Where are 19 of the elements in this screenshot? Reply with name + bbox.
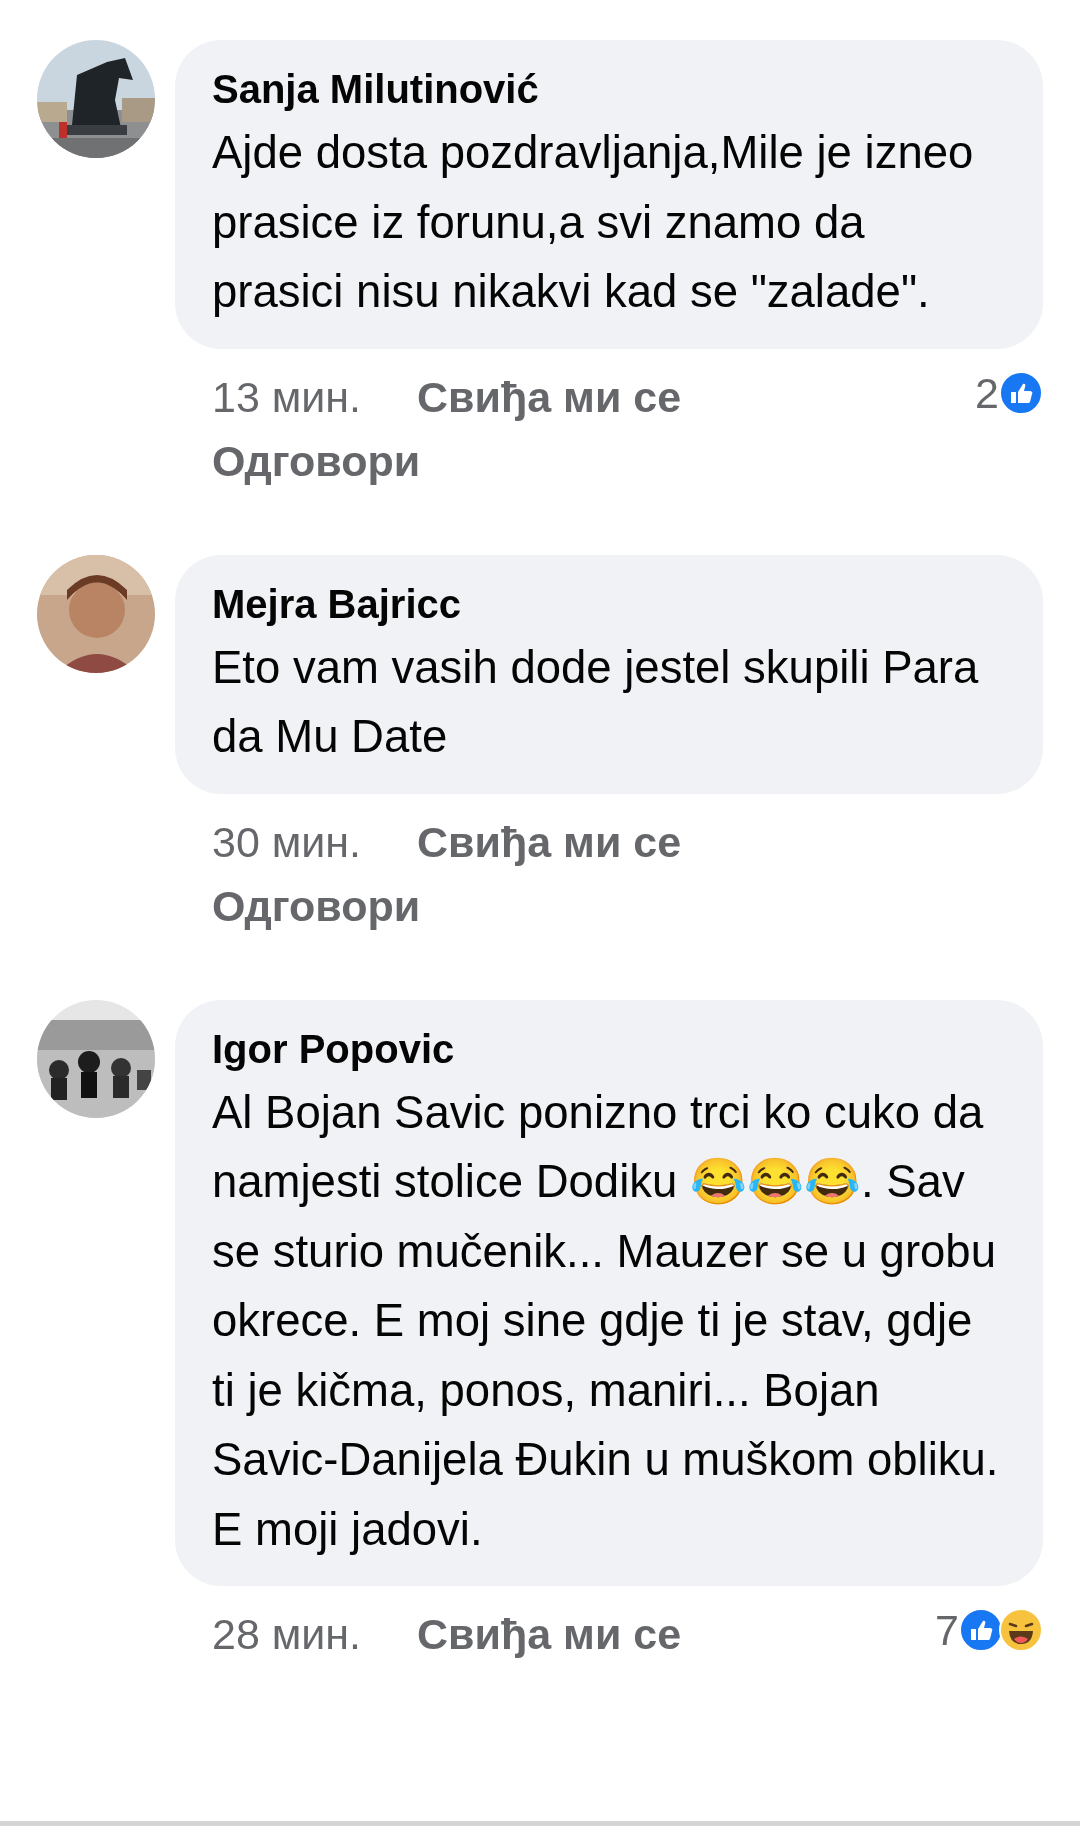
- comment-time[interactable]: 13 мин.: [212, 364, 362, 429]
- comment-text: Eto vam vasih dode jestel skupili Para da Mu Date: [212, 640, 980, 764]
- reaction-count[interactable]: 7: [935, 1602, 959, 1658]
- laughing-reaction-icon: [999, 1608, 1043, 1652]
- like-reaction-icon: [999, 370, 1043, 415]
- comment-time[interactable]: 30 мин.: [212, 809, 362, 874]
- comment-time[interactable]: 28 мин.: [212, 1602, 362, 1666]
- like-link[interactable]: Свиђа ми се: [417, 1602, 682, 1666]
- like-reaction-icon: [959, 1608, 1003, 1652]
- like-link[interactable]: Свиђа ми се: [417, 809, 682, 874]
- author-name[interactable]: Mejra Bajricc: [212, 574, 462, 633]
- reaction-count[interactable]: 2: [975, 364, 999, 421]
- reply-link[interactable]: Одговори: [212, 873, 421, 938]
- author-name[interactable]: Sanja Milutinović: [212, 60, 539, 118]
- reply-link[interactable]: Одговори: [212, 428, 421, 493]
- author-name[interactable]: Igor Popovic: [212, 1019, 455, 1078]
- like-link[interactable]: Свиђа ми се: [417, 364, 682, 429]
- comment-text: Ajde dosta pozdravljanja,Mile je izneo prasice iz forunu,a svi znamo da prasici nisu nikakvi kad se "zalade".: [212, 126, 975, 319]
- comment-text: Al Bojan Savic ponizno trci ko cuko da namjesti stolice Dodiku 😂😂😂. Sav se sturio mučenik... Mauzer se u grobu okrece. E moj sine gdje ti je stav, gdje ti je kičma, ponos, maniri... Bojan Savic-Danijela Đukin u muškom obliku. E moji jadovi.: [212, 1085, 1000, 1557]
